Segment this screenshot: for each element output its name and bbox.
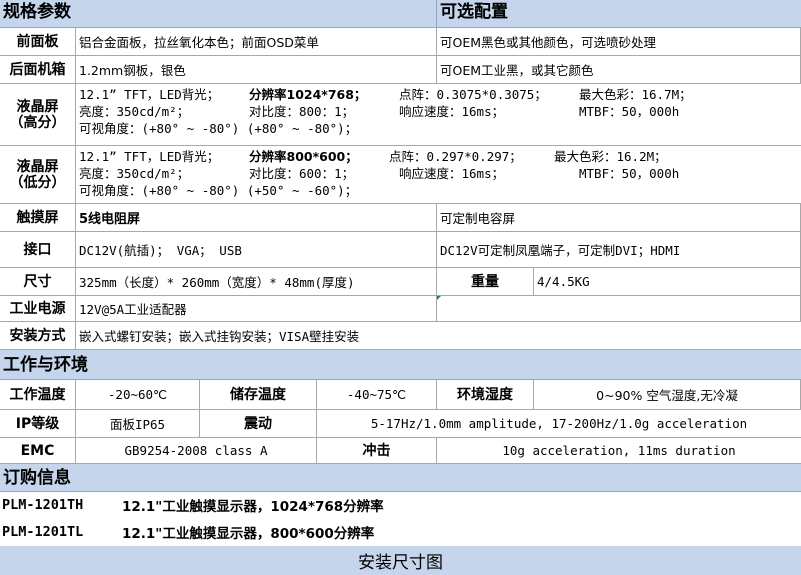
row-ip: IP等级 面板IP65 震动 5-17Hz/1.0mm amplitude, 1… xyxy=(0,410,801,438)
humidity-value: 0~90% 空气湿度,无冷凝 xyxy=(534,380,801,410)
order-description: 12.1"工业触摸显示器，1024*768分辨率 xyxy=(122,499,384,515)
lcd-low-colors: 最大色彩：16.2M； xyxy=(554,149,667,164)
install-section-title: 安装尺寸图 xyxy=(358,553,443,573)
emc-label: EMC xyxy=(0,438,76,464)
vibration-label: 震动 xyxy=(200,410,317,438)
order-item: PLM-1201TL 12.1"工业触摸显示器，800*600分辨率 xyxy=(0,518,801,546)
lcd-low-line3: 可视角度：(+80° ~ -80°) (+50° ~ -60°)； xyxy=(79,183,358,198)
rear-case-label: 后面机箱 xyxy=(0,56,76,84)
order-item: PLM-1201TH 12.1"工业触摸显示器，1024*768分辨率 xyxy=(0,492,801,518)
weight-label: 重量 xyxy=(437,268,534,296)
lcd-low-resolution: 分辨率800*600； xyxy=(249,149,358,164)
lcd-low-response: 响应速度：16ms； xyxy=(399,166,505,181)
order-section-header: 订购信息 xyxy=(0,464,801,492)
lcd-high-mtbf: MTBF：50，000h xyxy=(579,104,680,119)
lcd-low-pitch: 点阵：0.297*0.297； xyxy=(389,149,522,164)
mount-label: 安装方式 xyxy=(0,322,76,350)
lcd-low-line1: 12.1” TFT，LED背光； 分辨率800*600； 点阵：0.297*0.29… xyxy=(79,148,801,165)
env-section-title: 工作与环境 xyxy=(3,355,88,375)
lcd-high-panel: 12.1” TFT，LED背光； xyxy=(79,87,220,102)
store-temp-value: -40~75℃ xyxy=(317,380,437,410)
lcd-high-resolution: 分辨率1024*768； xyxy=(249,87,367,102)
row-touch: 触摸屏 5线电阻屏 可定制电容屏 xyxy=(0,204,801,232)
work-temp-value: -20~60℃ xyxy=(76,380,200,410)
interface-value: DC12V(航插)； VGA； USB xyxy=(76,232,437,268)
lcd-high-label-line2: （高分） xyxy=(9,114,66,131)
rear-case-option: 可OEM工业黑，或其它颜色 xyxy=(437,56,801,84)
vibration-value: 5-17Hz/1.0mm amplitude, 17-200Hz/1.0g ac… xyxy=(317,410,801,438)
lcd-high-colors: 最大色彩：16.7M； xyxy=(579,87,692,102)
row-temperature: 工作温度 -20~60℃ 储存温度 -40~75℃ 环境湿度 0~90% 空气湿… xyxy=(0,380,801,410)
lcd-low-contrast: 对比度：600：1； xyxy=(249,166,355,181)
spec-section-header: 规格参数 可选配置 xyxy=(0,0,801,28)
touch-option: 可定制电容屏 xyxy=(437,204,801,232)
lcd-high-line3: 可视角度：(+80° ~ -80°) (+80° ~ -80°)； xyxy=(79,121,358,136)
shock-value: 10g acceleration, 11ms duration xyxy=(437,438,801,464)
power-option-empty xyxy=(437,296,801,322)
spec-section-title: 规格参数 xyxy=(0,0,437,27)
lcd-low-line2: 亮度：350cd/m²； 对比度：600：1； 响应速度：16ms； MTBF：50，… xyxy=(79,165,801,182)
emc-value: GB9254-2008 class A xyxy=(76,438,317,464)
front-panel-value: 铝合金面板，拉丝氧化本色；前面OSD菜单 xyxy=(76,28,437,56)
lcd-low-label-line2: （低分） xyxy=(9,174,66,191)
row-mount: 安装方式 嵌入式螺钉安装；嵌入式挂钩安装；VISA壁挂安装 xyxy=(0,322,801,350)
power-label: 工业电源 xyxy=(0,296,76,322)
lcd-high-label: 液晶屏 （高分） xyxy=(0,84,76,146)
lcd-high-line2: 亮度：350cd/m²； 对比度：800：1； 响应速度：16ms； MTBF：50，… xyxy=(79,103,801,120)
row-lcd-low: 液晶屏 （低分） 12.1” TFT，LED背光； 分辨率800*600； 点阵：0… xyxy=(0,146,801,204)
row-emc: EMC GB9254-2008 class A 冲击 10g accelerat… xyxy=(0,438,801,464)
lcd-low-specs: 12.1” TFT，LED背光； 分辨率800*600； 点阵：0.297*0.29… xyxy=(76,146,801,204)
install-section-header: 安装尺寸图 xyxy=(0,546,801,575)
front-panel-label: 前面板 xyxy=(0,28,76,56)
lcd-low-brightness: 亮度：350cd/m²； xyxy=(79,166,190,181)
touch-value: 5线电阻屏 xyxy=(76,204,437,232)
lcd-high-label-line1: 液晶屏 xyxy=(16,98,59,115)
lcd-high-specs: 12.1” TFT，LED背光； 分辨率1024*768； 点阵：0.3075*0.… xyxy=(76,84,801,146)
row-front-panel: 前面板 铝合金面板，拉丝氧化本色；前面OSD菜单 可OEM黑色或其他颜色，可选喷… xyxy=(0,28,801,56)
interface-label: 接口 xyxy=(0,232,76,268)
env-section-header: 工作与环境 xyxy=(0,350,801,380)
lcd-high-brightness: 亮度：350cd/m²； xyxy=(79,104,190,119)
order-section-title: 订购信息 xyxy=(3,468,71,488)
lcd-high-line1: 12.1” TFT，LED背光； 分辨率1024*768； 点阵：0.3075*0.… xyxy=(79,86,801,103)
touch-label: 触摸屏 xyxy=(0,204,76,232)
row-rear-case: 后面机箱 1.2mm钢板，银色 可OEM工业黑，或其它颜色 xyxy=(0,56,801,84)
spec-sheet: 规格参数 可选配置 前面板 铝合金面板，拉丝氧化本色；前面OSD菜单 可OEM黑… xyxy=(0,0,801,575)
lcd-low-label: 液晶屏 （低分） xyxy=(0,146,76,204)
front-panel-option: 可OEM黑色或其他颜色，可选喷砂处理 xyxy=(437,28,801,56)
order-code: PLM-1201TL xyxy=(2,524,84,540)
power-value: 12V@5A工业适配器 xyxy=(76,296,437,322)
lcd-low-label-line1: 液晶屏 xyxy=(16,158,59,175)
lcd-high-contrast: 对比度：800：1； xyxy=(249,104,355,119)
order-code: PLM-1201TH xyxy=(2,497,84,513)
ip-label: IP等级 xyxy=(0,410,76,438)
shock-label: 冲击 xyxy=(317,438,437,464)
interface-option: DC12V可定制凤凰端子，可定制DVI；HDMI xyxy=(437,232,801,268)
weight-value: 4/4.5KG xyxy=(534,268,801,296)
rear-case-value: 1.2mm钢板，银色 xyxy=(76,56,437,84)
work-temp-label: 工作温度 xyxy=(0,380,76,410)
lcd-high-response: 响应速度：16ms； xyxy=(399,104,505,119)
lcd-low-mtbf: MTBF：50，000h xyxy=(579,166,680,181)
size-label: 尺寸 xyxy=(0,268,76,296)
lcd-high-pitch: 点阵：0.3075*0.3075； xyxy=(399,87,547,102)
cell-comment-marker xyxy=(437,296,441,300)
row-power: 工业电源 12V@5A工业适配器 xyxy=(0,296,801,322)
options-section-title: 可选配置 xyxy=(440,2,508,22)
row-size: 尺寸 325mm（长度）* 260mm（宽度）* 48mm(厚度) 重量 4/4… xyxy=(0,268,801,296)
ip-value: 面板IP65 xyxy=(76,410,200,438)
lcd-low-panel: 12.1” TFT，LED背光； xyxy=(79,149,220,164)
store-temp-label: 储存温度 xyxy=(200,380,317,410)
mount-value: 嵌入式螺钉安装；嵌入式挂钩安装；VISA壁挂安装 xyxy=(76,322,801,350)
humidity-label: 环境湿度 xyxy=(437,380,534,410)
row-interface: 接口 DC12V(航插)； VGA； USB DC12V可定制凤凰端子，可定制D… xyxy=(0,232,801,268)
order-description: 12.1"工业触摸显示器，800*600分辨率 xyxy=(122,526,375,542)
row-lcd-high: 液晶屏 （高分） 12.1” TFT，LED背光； 分辨率1024*768； 点阵：… xyxy=(0,84,801,146)
size-value: 325mm（长度）* 260mm（宽度）* 48mm(厚度) xyxy=(76,268,437,296)
